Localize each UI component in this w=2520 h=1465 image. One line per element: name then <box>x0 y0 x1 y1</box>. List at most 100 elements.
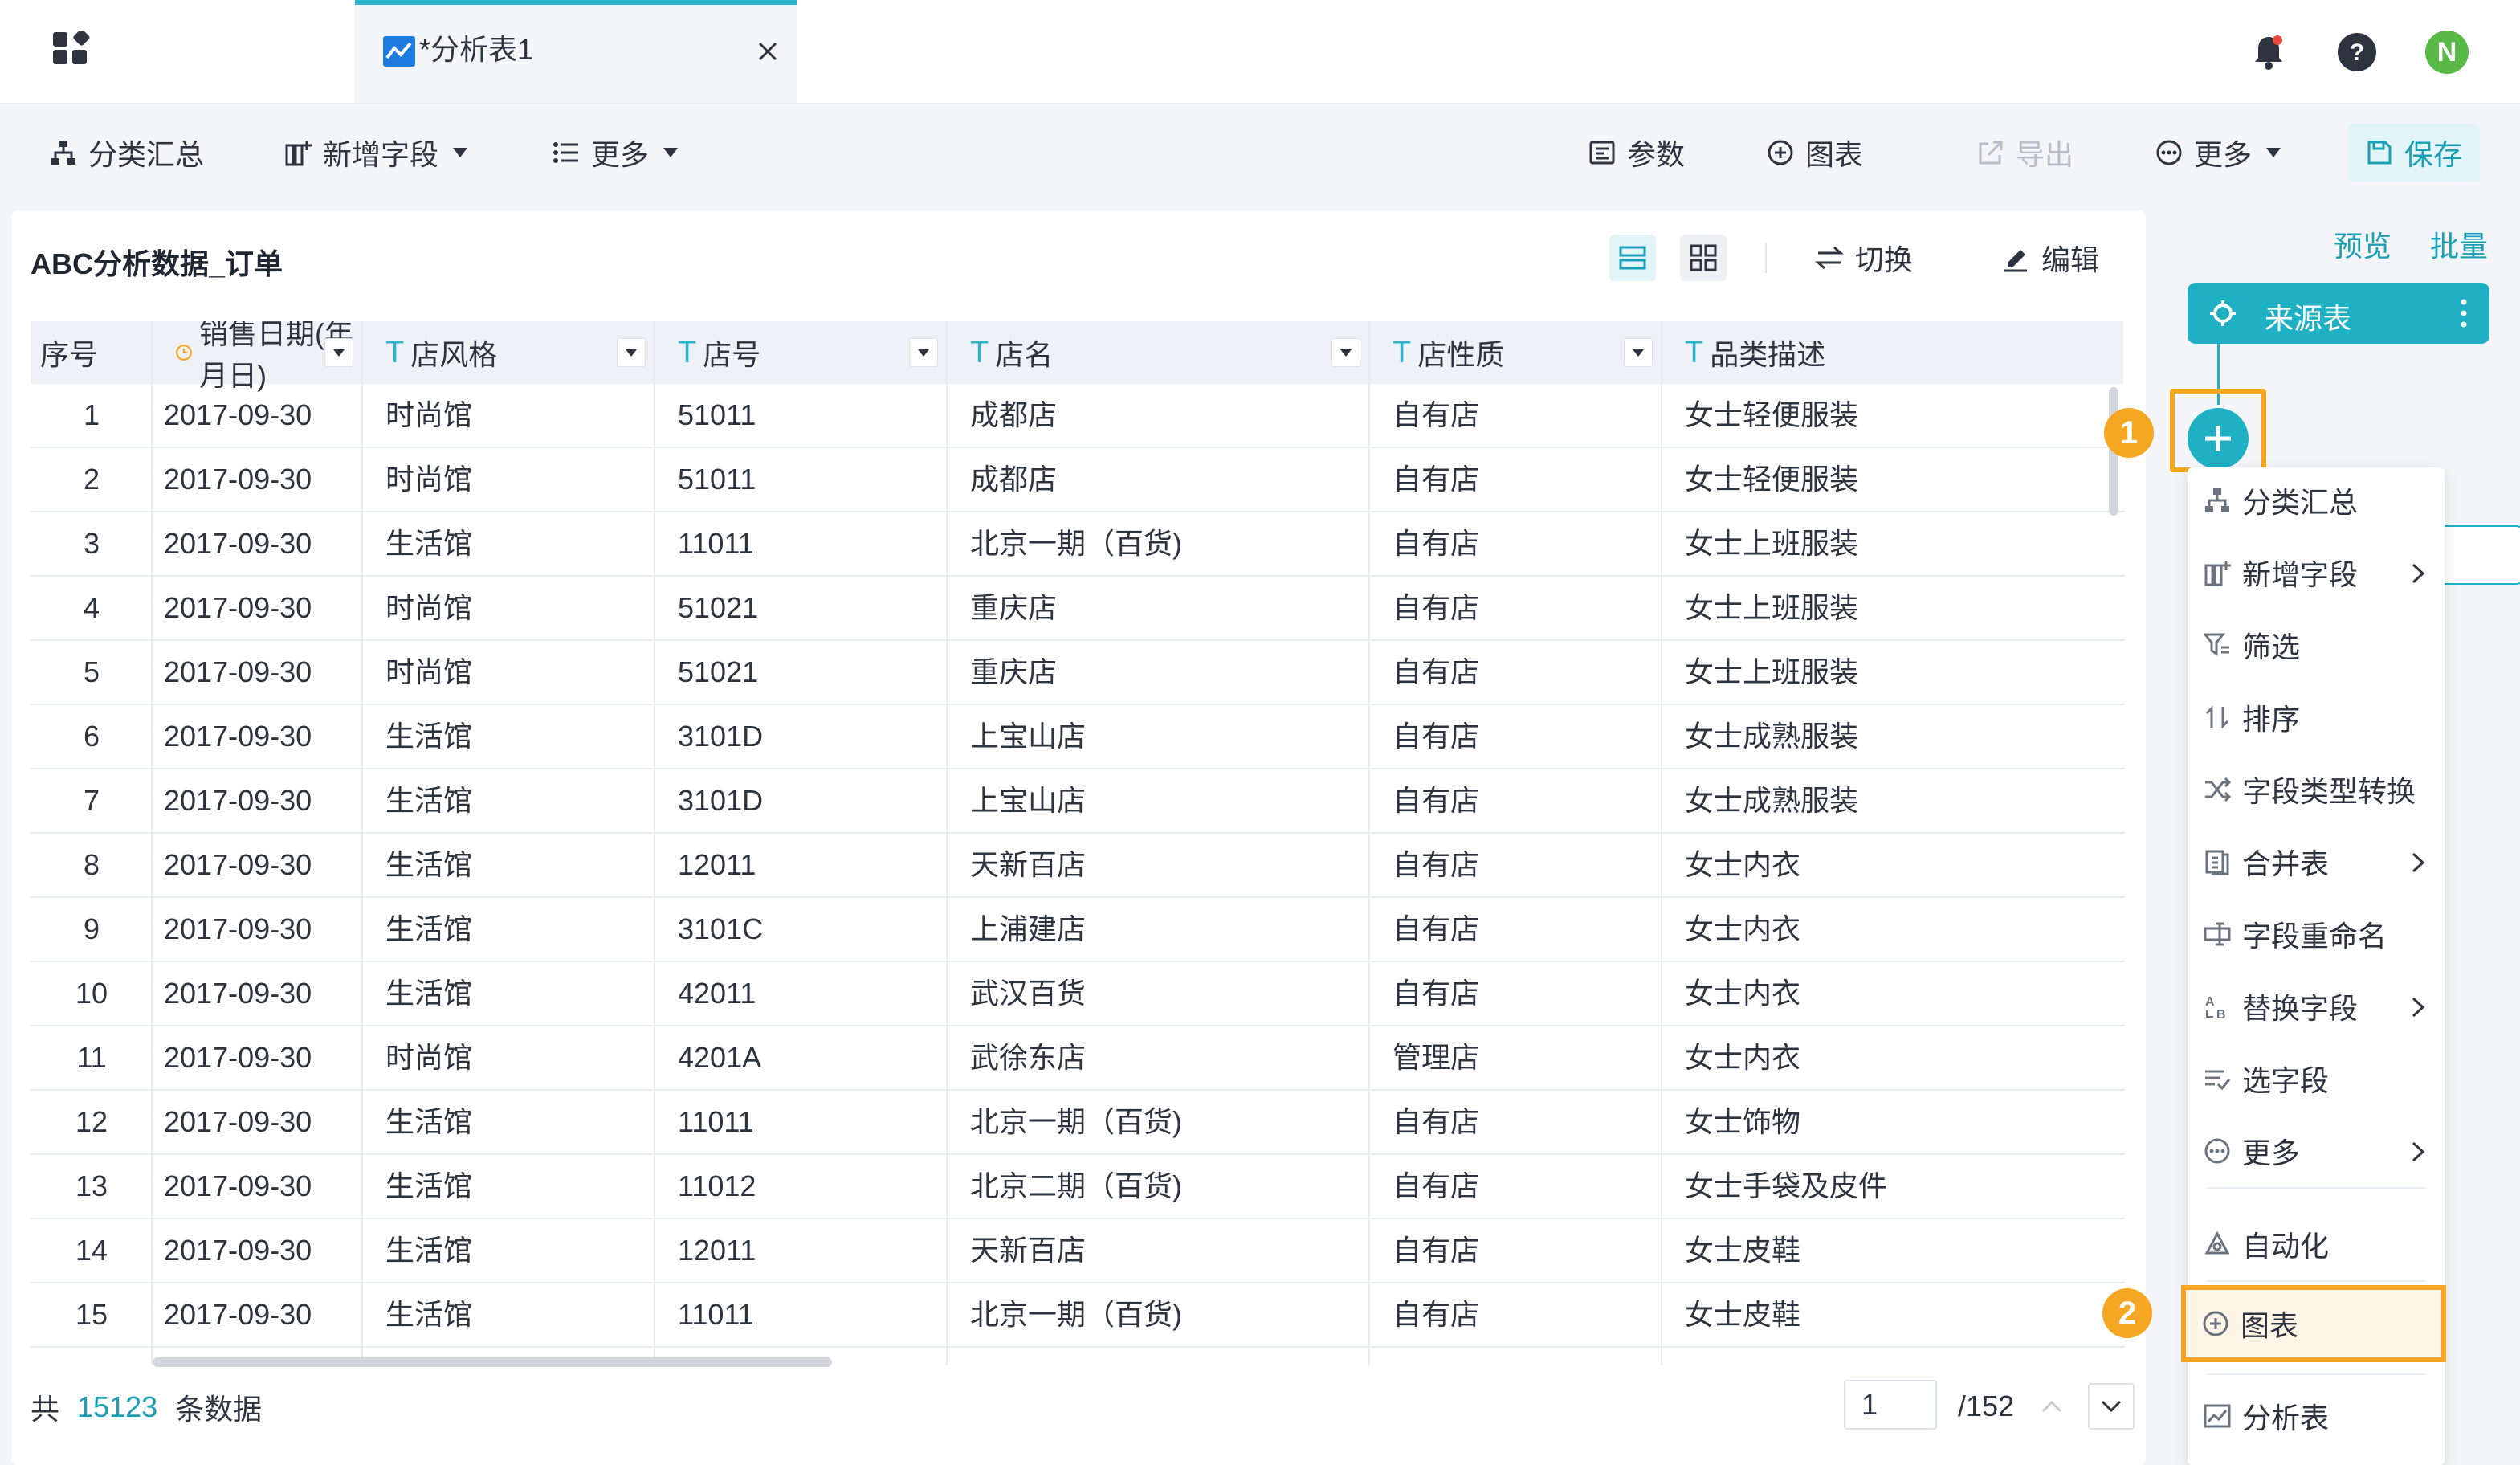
page-number-input[interactable]: 1 <box>1844 1380 1937 1430</box>
column-header-store-type[interactable]: T 店性质 <box>1370 321 1662 384</box>
more-menu-button[interactable]: 更多 <box>553 130 679 175</box>
edit-button[interactable]: 编辑 <box>2001 235 2099 281</box>
menu-item-select-field[interactable]: 选字段 <box>2188 1043 2445 1115</box>
table-row[interactable]: 12 2017-09-30 生活馆 11011 北京一期（百货) 自有店 女士饰物 <box>31 1091 2125 1155</box>
table-row[interactable]: 9 2017-09-30 生活馆 3101C 上浦建店 自有店 女士内衣 <box>31 898 2125 962</box>
column-dropdown[interactable] <box>1331 338 1360 367</box>
next-page-button[interactable] <box>2088 1383 2135 1430</box>
menu-item-filter[interactable]: 筛选 <box>2188 609 2445 681</box>
table-row[interactable]: 11 2017-09-30 时尚馆 4201A 武徐东店 管理店 女士内衣 <box>31 1026 2125 1091</box>
cell-category-desc: 女士成熟服装 <box>1685 720 1859 753</box>
caret-down-icon <box>663 148 679 157</box>
column-header-store-style[interactable]: T 店风格 <box>363 321 655 384</box>
menu-item-more[interactable]: 更多 <box>2188 1115 2445 1187</box>
grid-view-toggle[interactable] <box>1680 235 1727 281</box>
more-options-button[interactable]: 更多 <box>2155 130 2281 175</box>
column-header-store-no[interactable]: T 店号 <box>655 321 948 384</box>
flow-node[interactable] <box>2433 525 2520 585</box>
cell-store-name: 天新百店 <box>970 848 1087 881</box>
cell-store-no: 3101C <box>678 912 764 945</box>
avatar[interactable]: N <box>2425 31 2469 74</box>
more-options-label: 更多 <box>2194 138 2253 171</box>
menu-item-label: 选字段 <box>2242 1064 2330 1097</box>
table-row[interactable]: 4 2017-09-30 时尚馆 51021 重庆店 自有店 女士上班服装 <box>31 577 2125 641</box>
table-row[interactable]: 10 2017-09-30 生活馆 42011 武汉百货 自有店 女士内衣 <box>31 962 2125 1026</box>
preview-link[interactable]: 预览 <box>2334 223 2392 265</box>
save-button[interactable]: 保存 <box>2348 124 2481 182</box>
table-row[interactable]: 1 2017-09-30 时尚馆 51011 成都店 自有店 女士轻便服装 <box>31 384 2125 448</box>
column-header-store-name[interactable]: T 店名 <box>948 321 1370 384</box>
menu-item-field-type-convert[interactable]: 字段类型转换 <box>2188 753 2445 826</box>
app-grid-icon[interactable] <box>50 31 93 74</box>
table-row[interactable]: 2 2017-09-30 时尚馆 51011 成都店 自有店 女士轻便服装 <box>31 448 2125 512</box>
column-header-category-desc[interactable]: T 品类描述 <box>1662 321 2125 384</box>
cell-store-type: 管理店 <box>1393 1041 1480 1074</box>
highlight-frame <box>2170 389 2266 472</box>
table-row[interactable]: 15 2017-09-30 生活馆 11011 北京一期（百货) 自有店 女士皮鞋 <box>31 1283 2125 1348</box>
cell-store-type: 自有店 <box>1393 1234 1480 1267</box>
close-icon[interactable] <box>755 39 781 64</box>
menu-item-label: 分类汇总 <box>2242 486 2359 519</box>
cell-store-style: 生活馆 <box>385 1105 473 1138</box>
menu-item-replace-field[interactable]: AB 替换字段 <box>2188 970 2445 1043</box>
cell-index: 6 <box>83 720 100 753</box>
menu-item-label: 筛选 <box>2242 630 2301 663</box>
cell-store-type: 自有店 <box>1393 527 1480 560</box>
menu-item-group-summary[interactable]: 分类汇总 <box>2188 464 2445 537</box>
previous-page-button[interactable] <box>2029 1383 2075 1430</box>
cell-store-style: 生活馆 <box>385 1298 473 1331</box>
column-header-label: 店风格 <box>410 338 498 371</box>
menu-item-rename-field[interactable]: 字段重命名 <box>2188 898 2445 970</box>
source-table-node[interactable]: 来源表 <box>2188 283 2489 344</box>
more-vertical-icon[interactable] <box>2459 297 2469 329</box>
menu-item-add-field[interactable]: 新增字段 <box>2188 537 2445 609</box>
text-type-icon: T <box>1685 335 1704 369</box>
export-button[interactable]: 导出 <box>1977 130 2073 175</box>
table-row[interactable]: 7 2017-09-30 生活馆 3101D 上宝山店 自有店 女士成熟服装 <box>31 769 2125 834</box>
column-dropdown[interactable] <box>617 338 646 367</box>
column-header-sale-date[interactable]: 销售日期(年月日) <box>153 321 363 392</box>
menu-item-analysis-table[interactable]: 分析表 <box>2188 1380 2445 1452</box>
table-row[interactable]: 3 2017-09-30 生活馆 11011 北京一期（百货) 自有店 女士上班服装 <box>31 512 2125 577</box>
cell-store-style: 生活馆 <box>385 784 473 817</box>
cell-index: 10 <box>75 977 108 1010</box>
cell-sale-date: 2017-09-30 <box>164 1234 312 1267</box>
switch-button[interactable]: 切换 <box>1815 235 1913 281</box>
cell-store-type: 自有店 <box>1393 1298 1480 1331</box>
group-summary-button[interactable]: 分类汇总 <box>50 130 204 175</box>
horizontal-scrollbar[interactable] <box>153 1357 832 1367</box>
menu-item-merge-table[interactable]: 合并表 <box>2188 826 2445 898</box>
menu-item-label: 排序 <box>2242 703 2301 736</box>
tab-analysis-table[interactable]: *分析表1 <box>355 0 797 103</box>
menu-item-chart[interactable]: 图表 <box>2181 1285 2446 1362</box>
menu-item-label: 分析表 <box>2242 1402 2330 1434</box>
table-row[interactable]: 8 2017-09-30 生活馆 12011 天新百店 自有店 女士内衣 <box>31 834 2125 898</box>
menu-item-label: 字段类型转换 <box>2242 775 2416 808</box>
batch-link[interactable]: 批量 <box>2430 223 2488 265</box>
cell-store-type: 自有店 <box>1393 912 1480 945</box>
help-icon[interactable]: ? <box>2335 31 2379 74</box>
cell-store-type: 自有店 <box>1393 848 1480 881</box>
menu-item-label: 合并表 <box>2242 847 2330 880</box>
table-row[interactable]: 13 2017-09-30 生活馆 11012 北京二期（百货) 自有店 女士手袋及皮件 <box>31 1155 2125 1219</box>
menu-divider <box>2207 1187 2425 1189</box>
menu-item-automation[interactable]: 自动化 <box>2188 1208 2445 1280</box>
cell-store-style: 生活馆 <box>385 1169 473 1202</box>
bell-icon[interactable] <box>2249 32 2289 72</box>
add-field-button[interactable]: 新增字段 <box>284 130 468 175</box>
table-row[interactable]: 5 2017-09-30 时尚馆 51021 重庆店 自有店 女士上班服装 <box>31 641 2125 705</box>
list-view-toggle[interactable] <box>1609 235 1656 281</box>
chevron-right-icon <box>2412 563 2425 584</box>
column-dropdown[interactable] <box>909 338 938 367</box>
table-row[interactable]: 6 2017-09-30 生活馆 3101D 上宝山店 自有店 女士成熟服装 <box>31 705 2125 769</box>
record-count-suffix: 条数据 <box>175 1393 263 1426</box>
params-button[interactable]: 参数 <box>1588 130 1685 175</box>
menu-item-sort[interactable]: 排序 <box>2188 681 2445 753</box>
chart-button[interactable]: 图表 <box>1767 130 1863 175</box>
column-header-label: 序号 <box>40 338 99 371</box>
table-row[interactable]: 14 2017-09-30 生活馆 12011 天新百店 自有店 女士皮鞋 <box>31 1219 2125 1283</box>
record-count: 共 15123 条数据 <box>31 1386 262 1428</box>
tab-title: *分析表1 <box>419 33 534 66</box>
column-dropdown[interactable] <box>1624 338 1653 367</box>
column-dropdown[interactable] <box>324 338 353 367</box>
